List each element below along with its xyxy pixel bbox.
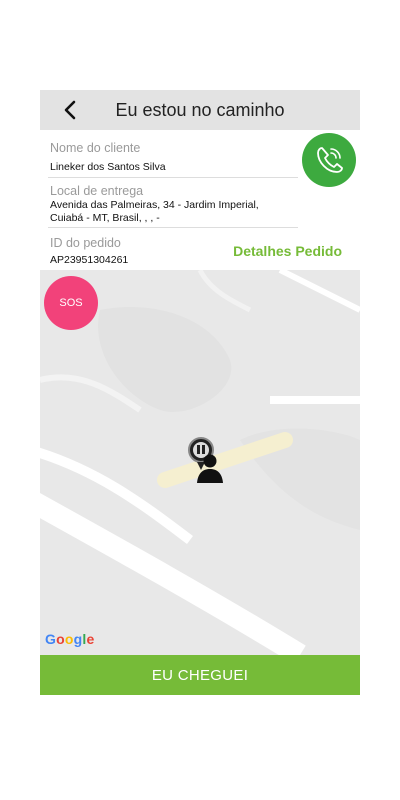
map-view[interactable] [40, 270, 360, 655]
delivery-address-line2: Cuiabá - MT, Brasil, , , - [50, 212, 160, 224]
order-id-value: AP23951304261 [50, 254, 129, 266]
divider [48, 227, 298, 228]
customer-name-label: Nome do cliente [50, 141, 141, 155]
call-customer-button[interactable] [302, 133, 356, 187]
google-logo-letter: o [64, 631, 74, 647]
google-logo-letter: G [45, 631, 57, 647]
order-id-label: ID do pedido [50, 236, 121, 250]
header-bar: Eu estou no caminho [40, 90, 360, 130]
customer-name-value: Lineker dos Santos Silva [50, 161, 166, 173]
back-arrow-icon[interactable] [60, 98, 80, 122]
google-logo-letter: o [56, 631, 65, 647]
divider [48, 177, 298, 178]
user-location-icon [197, 454, 223, 483]
order-details-link[interactable]: Detalhes Pedido [233, 243, 342, 259]
sos-button[interactable]: SOS [44, 276, 98, 330]
google-logo-letter: e [86, 631, 95, 647]
page-title: Eu estou no caminho [115, 100, 285, 120]
google-attribution: Google [45, 631, 94, 647]
delivery-location-label: Local de entrega [50, 184, 144, 198]
app-screen: Eu estou no caminho Nome do cliente Line… [40, 90, 360, 695]
google-logo-text: Google [45, 631, 94, 647]
delivery-address-line1: Avenida das Palmeiras, 34 - Jardim Imper… [50, 199, 259, 211]
phone-call-icon [317, 147, 343, 173]
arrived-button[interactable]: EU CHEGUEI [40, 655, 360, 695]
